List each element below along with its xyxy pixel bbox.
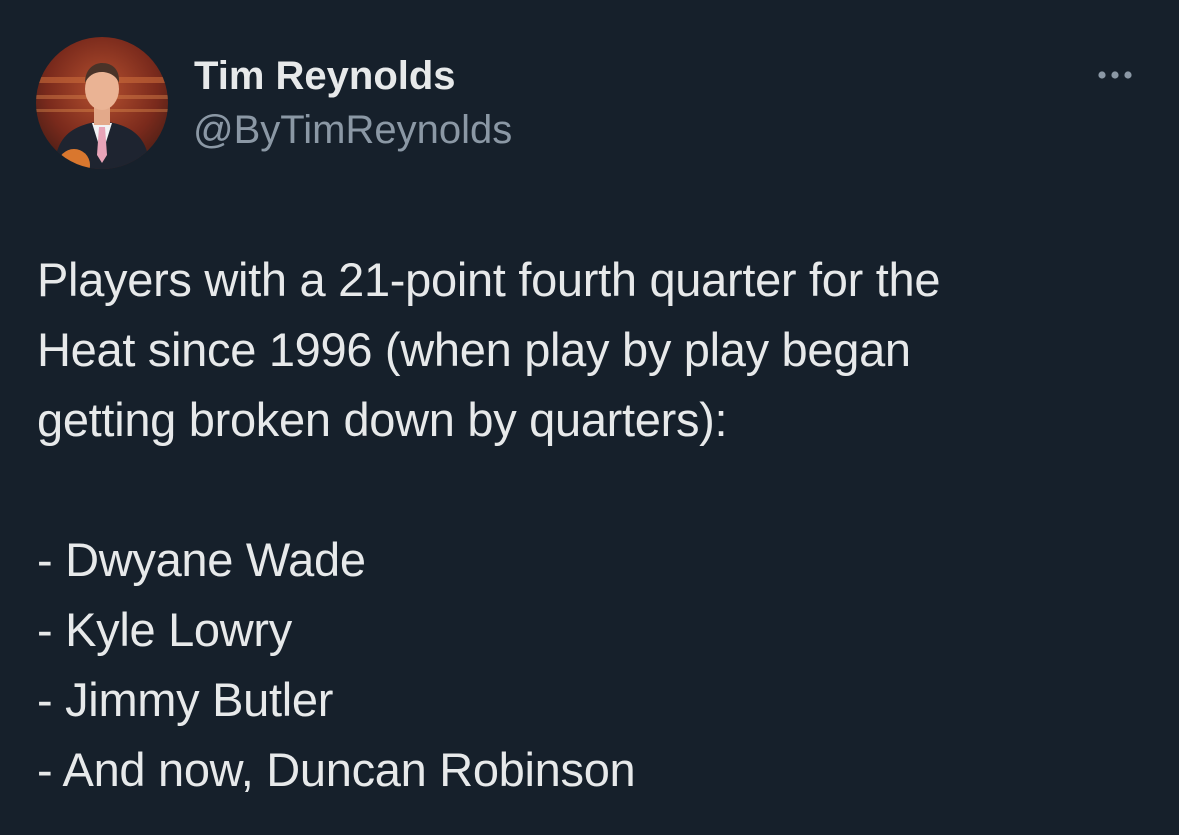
author-handle[interactable]: @ByTimReynolds <box>193 106 512 154</box>
tweet-intro-line: Heat since 1996 (when play by play began <box>37 323 911 376</box>
more-options-button[interactable] <box>1090 60 1140 90</box>
tweet-card: Tim Reynolds @ByTimReynolds Players with… <box>0 0 1179 835</box>
tweet-intro-line: getting broken down by quarters): <box>37 393 728 446</box>
player-list: - Dwyane Wade - Kyle Lowry - Jimmy Butle… <box>37 525 1147 805</box>
list-item: - And now, Duncan Robinson <box>37 743 636 796</box>
author-avatar[interactable] <box>36 37 168 169</box>
ellipsis-icon <box>1098 71 1132 79</box>
author-display-name[interactable]: Tim Reynolds <box>194 52 456 100</box>
avatar-photo-icon <box>36 37 168 169</box>
list-item: - Dwyane Wade <box>37 533 366 586</box>
list-item: - Kyle Lowry <box>37 603 292 656</box>
tweet-text: Players with a 21-point fourth quarter f… <box>37 245 1147 805</box>
list-item: - Jimmy Butler <box>37 673 334 726</box>
tweet-intro-line: Players with a 21-point fourth quarter f… <box>37 253 941 306</box>
